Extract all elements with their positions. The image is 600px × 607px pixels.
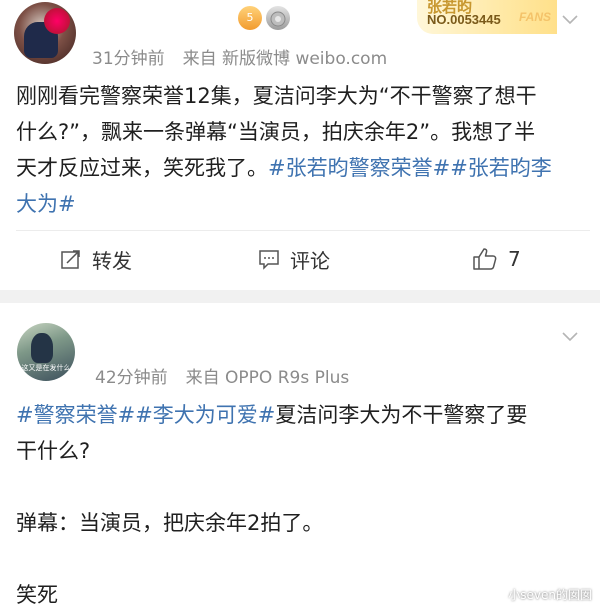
post-text-line: 笑死 (16, 577, 588, 607)
post-meta: 31分钟前 来自 新版微博 weibo.com (92, 44, 387, 69)
post-text: 天才反应过来，笑死我了。 (16, 156, 268, 180)
post-text: 干什么? (16, 439, 91, 463)
like-button[interactable]: 7 (472, 243, 521, 275)
avatar-figure (31, 333, 53, 363)
post-text: 弹幕：当演员，把庆余年2拍了。 (16, 511, 324, 535)
user-avatar[interactable]: 这又是在发什么 (17, 323, 75, 381)
hashtag-link[interactable]: #张若昀警察荣誉##张若昀李 (268, 156, 552, 180)
post-text-line: 什么?”，飘来一条弹幕“当演员，拍庆余年2”。我想了半 (16, 114, 588, 150)
post-text-line: 刚刚看完警察荣誉12集，夏洁问李大为“不干警察了想干 (16, 78, 588, 114)
user-avatar[interactable] (14, 2, 76, 64)
avatar-flower (44, 8, 70, 34)
post-text: 笑死 (16, 583, 58, 607)
comment-icon (259, 250, 279, 270)
post-body: #警察荣誉##李大为可爱#夏洁问李大为不干警察了要干什么? 弹幕：当演员，把庆余年… (16, 397, 588, 607)
post-separator (0, 290, 600, 303)
chevron-down-icon[interactable] (560, 10, 580, 30)
thumbs-up-icon (473, 248, 497, 270)
fans-card-tag: FANS (518, 10, 551, 24)
fans-card-number: NO.0053445 (427, 12, 501, 27)
share-icon (61, 250, 80, 269)
like-count: 7 (508, 247, 521, 271)
medal-icon (270, 11, 286, 27)
post-text: 刚刚看完警察荣誉12集，夏洁问李大为“不干警察了想干 (16, 84, 537, 108)
post-text-line: 弹幕：当演员，把庆余年2拍了。 (16, 505, 588, 541)
fans-card[interactable]: 张若昀 NO.0053445 FANS (417, 0, 557, 34)
avatar-caption: 这又是在发什么 (21, 364, 71, 372)
hashtag-link[interactable]: 大为# (16, 192, 76, 216)
chevron-down-icon[interactable] (560, 327, 580, 347)
post-source: 来自 OPPO R9s Plus (185, 368, 350, 388)
comment-button[interactable]: 评论 (258, 243, 330, 275)
watermark: 小seven的囡囡 (508, 588, 592, 602)
post-text: 夏洁问李大为不干警察了要 (275, 403, 528, 427)
post-text-line: 大为# (16, 186, 588, 222)
comment-label: 评论 (290, 248, 330, 273)
post-meta: 42分钟前 来自 OPPO R9s Plus (95, 363, 349, 388)
post-time: 42分钟前 (95, 368, 168, 388)
post-text-line: 天才反应过来，笑死我了。#张若昀警察荣誉##张若昀李 (16, 150, 588, 186)
post-text-line: #警察荣誉##李大为可爱#夏洁问李大为不干警察了要 (16, 397, 588, 433)
repost-button[interactable]: 转发 (60, 243, 132, 275)
medal-badge-icon[interactable] (266, 6, 290, 30)
post-source: 来自 新版微博 weibo.com (182, 49, 388, 69)
post-body: 刚刚看完警察荣誉12集，夏洁问李大为“不干警察了想干 什么?”，飘来一条弹幕“当演… (16, 78, 588, 222)
post-text: 什么?”，飘来一条弹幕“当演员，拍庆余年2”。我想了半 (16, 120, 536, 144)
repost-label: 转发 (92, 248, 132, 273)
crown-badge-icon[interactable]: 5 (238, 6, 262, 30)
post-time: 31分钟前 (92, 49, 165, 69)
post-text-line: 干什么? (16, 433, 588, 469)
divider (16, 230, 590, 231)
weibo-post-1: 5 张若昀 NO.0053445 FANS 31分钟前 来自 新版微博 weibo… (0, 0, 600, 290)
hashtag-link[interactable]: #警察荣誉##李大为可爱# (16, 403, 275, 427)
